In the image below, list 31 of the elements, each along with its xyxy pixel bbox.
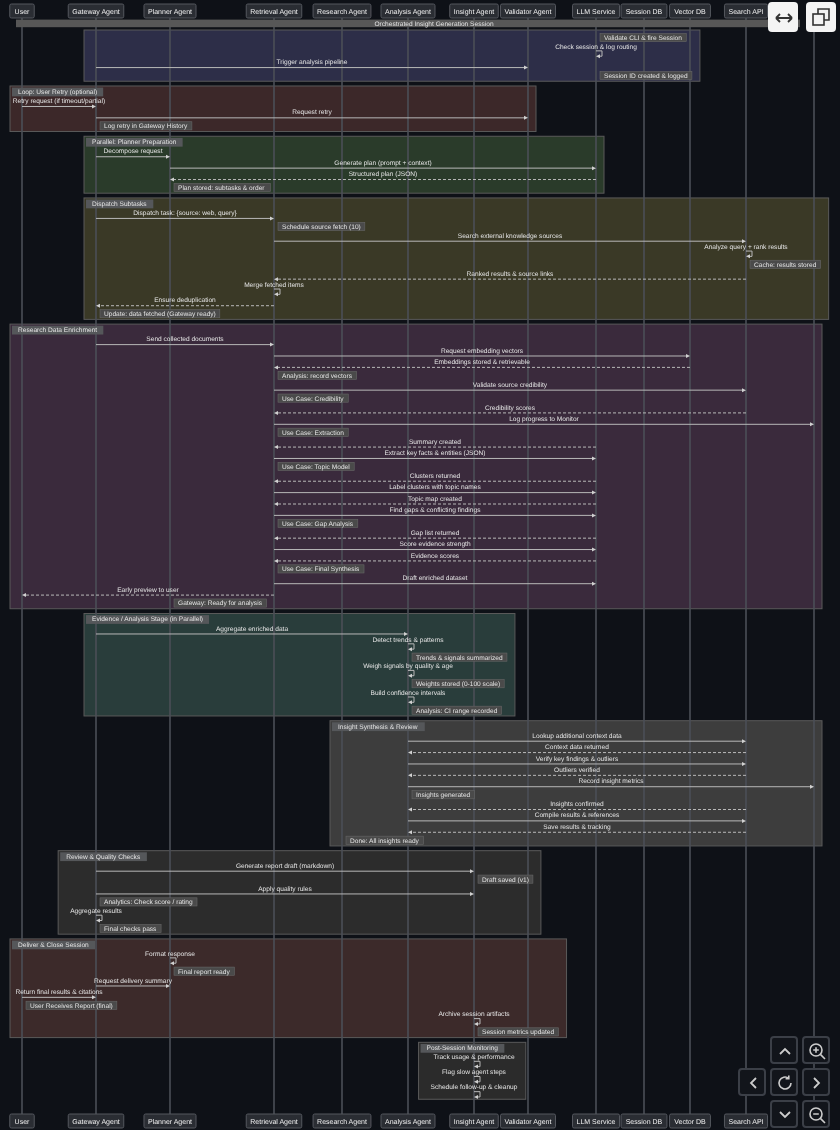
zoom-in-button[interactable] <box>802 1036 830 1064</box>
zoom-in-icon <box>807 1041 825 1059</box>
self-message-arrow <box>473 1018 481 1026</box>
self-message-arrow <box>407 643 415 652</box>
message-arrow <box>21 995 96 1000</box>
copy-button[interactable] <box>806 2 836 32</box>
pan-down-button[interactable] <box>770 1100 798 1128</box>
message-arrow <box>95 983 170 988</box>
message-arrow <box>21 104 96 109</box>
chevron-right-icon <box>811 1075 821 1089</box>
reset-view-button[interactable] <box>770 1068 798 1096</box>
message-arrow <box>95 154 170 159</box>
copy-icon <box>812 8 830 26</box>
self-message-arrow <box>595 50 603 59</box>
reset-icon <box>775 1073 793 1091</box>
self-message-arrow <box>745 250 753 259</box>
horizontal-arrows-icon <box>773 9 793 25</box>
pan-right-button[interactable] <box>802 1068 830 1096</box>
self-message-arrow <box>169 957 177 966</box>
chevron-down-icon <box>777 1109 791 1119</box>
chevron-up-icon <box>777 1045 791 1055</box>
pan-up-button[interactable] <box>770 1036 798 1064</box>
self-message-arrow <box>273 288 281 297</box>
chevron-left-icon <box>747 1075 757 1089</box>
zoom-out-button[interactable] <box>802 1100 830 1128</box>
self-message-arrow <box>407 696 415 705</box>
zoom-out-icon <box>807 1105 825 1123</box>
pan-left-button[interactable] <box>738 1068 766 1096</box>
self-message-arrow <box>407 669 415 678</box>
fit-width-button[interactable] <box>768 2 798 32</box>
self-message-arrow <box>95 914 103 923</box>
